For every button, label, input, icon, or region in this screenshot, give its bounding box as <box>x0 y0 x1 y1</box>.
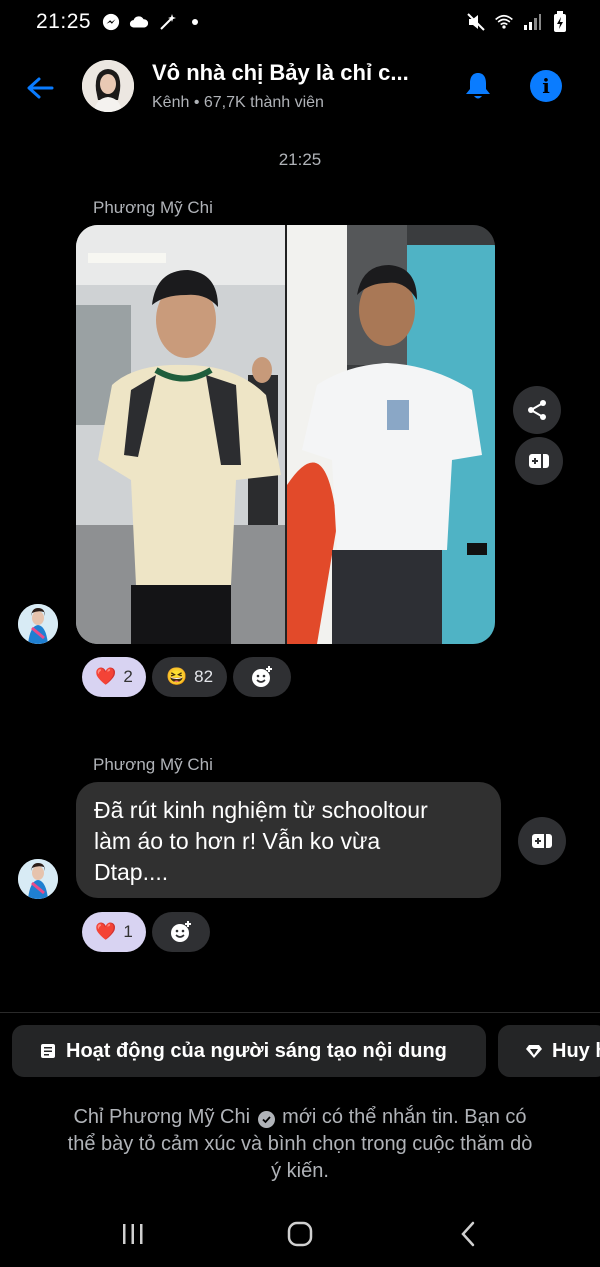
recent-apps-icon <box>123 1224 143 1244</box>
photo-left <box>76 225 285 644</box>
back-arrow-icon <box>27 77 54 99</box>
messaging-restriction-note: Chỉ Phương Mỹ Chi mới có thể nhắn tin. B… <box>30 1104 570 1185</box>
home-icon <box>287 1221 313 1247</box>
chevron-left-icon <box>461 1221 475 1247</box>
reaction-count: 1 <box>123 922 133 941</box>
message-line: Dtap.... <box>94 859 169 885</box>
channel-header: Vô nhà chị Bảy là chỉ c... Kênh • 67,7K … <box>0 54 600 120</box>
notification-button[interactable] <box>460 68 496 104</box>
channel-subtitle: Kênh • 67,7K thành viên <box>152 94 324 111</box>
message-timestamp: 21:25 <box>278 150 322 169</box>
footer-text: Chỉ Phương Mỹ Chi <box>73 1106 251 1128</box>
sender-avatar[interactable] <box>18 859 58 899</box>
status-time: 21:25 <box>36 10 92 33</box>
divider <box>0 1012 600 1013</box>
add-reaction-icon <box>171 921 191 942</box>
heart-icon: ❤️ <box>95 667 117 686</box>
add-reaction-button[interactable] <box>152 912 210 952</box>
message-line: Đã rút kinh nghiệm từ schooltour <box>94 797 428 823</box>
photo-right <box>287 225 495 644</box>
share-button[interactable] <box>513 386 561 434</box>
bell-icon <box>466 73 490 99</box>
message-line: làm áo to hơn r! Vẫn ko vừa <box>94 828 381 854</box>
chip-label: Hoạt động của người sáng tạo nội dung <box>66 1039 447 1062</box>
dot-icon <box>185 12 205 32</box>
info-button[interactable]: i <box>530 70 562 102</box>
verified-badge-icon <box>257 1111 275 1128</box>
reply-icon <box>532 834 552 848</box>
messenger-icon <box>101 12 121 32</box>
diamond-icon <box>526 1045 542 1058</box>
system-nav-bar <box>0 1200 600 1267</box>
signal-icon <box>522 12 542 32</box>
footer-text: mới có thể nhắn tin. Bạn có <box>282 1106 527 1128</box>
document-icon <box>41 1044 55 1058</box>
image-message[interactable] <box>76 225 495 644</box>
reaction-count: 2 <box>123 667 133 686</box>
sender-avatar[interactable] <box>18 604 58 644</box>
home-button[interactable] <box>280 1216 320 1252</box>
info-icon: i <box>542 74 550 98</box>
heart-icon: ❤️ <box>95 922 117 941</box>
add-reaction-button[interactable] <box>233 657 291 697</box>
reply-button[interactable] <box>515 437 563 485</box>
badge-chip[interactable]: Huy h <box>498 1025 600 1077</box>
share-icon <box>528 400 546 420</box>
battery-icon <box>550 11 570 32</box>
sender-name: Phương Mỹ Chi <box>93 755 213 774</box>
status-bar: 21:25 <box>0 0 600 44</box>
recent-apps-button[interactable] <box>113 1216 153 1252</box>
reaction-heart[interactable]: ❤️ 1 <box>82 912 146 952</box>
channel-title[interactable]: Vô nhà chị Bảy là chỉ c... <box>152 60 442 86</box>
wifi-icon <box>494 12 514 32</box>
sender-name: Phương Mỹ Chi <box>93 198 213 217</box>
channel-avatar[interactable] <box>82 60 134 112</box>
back-nav-button[interactable] <box>448 1216 488 1252</box>
laugh-icon: 😆 <box>165 667 188 686</box>
footer-text: thể bày tỏ cảm xúc và bình chọn trong cu… <box>67 1133 533 1155</box>
chip-label: Huy h <box>552 1039 600 1062</box>
footer-text: ý kiến. <box>271 1160 329 1182</box>
reply-button[interactable] <box>518 817 566 865</box>
text-message-bubble[interactable]: Đã rút kinh nghiệm từ schooltour làm áo … <box>76 782 501 898</box>
back-button[interactable] <box>22 70 58 106</box>
reaction-count: 82 <box>194 667 214 686</box>
cloud-icon <box>129 12 149 32</box>
mute-icon <box>466 12 486 32</box>
reaction-heart[interactable]: ❤️ 2 <box>82 657 146 697</box>
reply-icon <box>529 454 549 468</box>
magic-wand-icon <box>157 12 177 32</box>
add-reaction-icon <box>252 666 272 687</box>
creator-activity-chip[interactable]: Hoạt động của người sáng tạo nội dung <box>12 1025 486 1077</box>
reaction-laugh[interactable]: 😆 82 <box>152 657 227 697</box>
